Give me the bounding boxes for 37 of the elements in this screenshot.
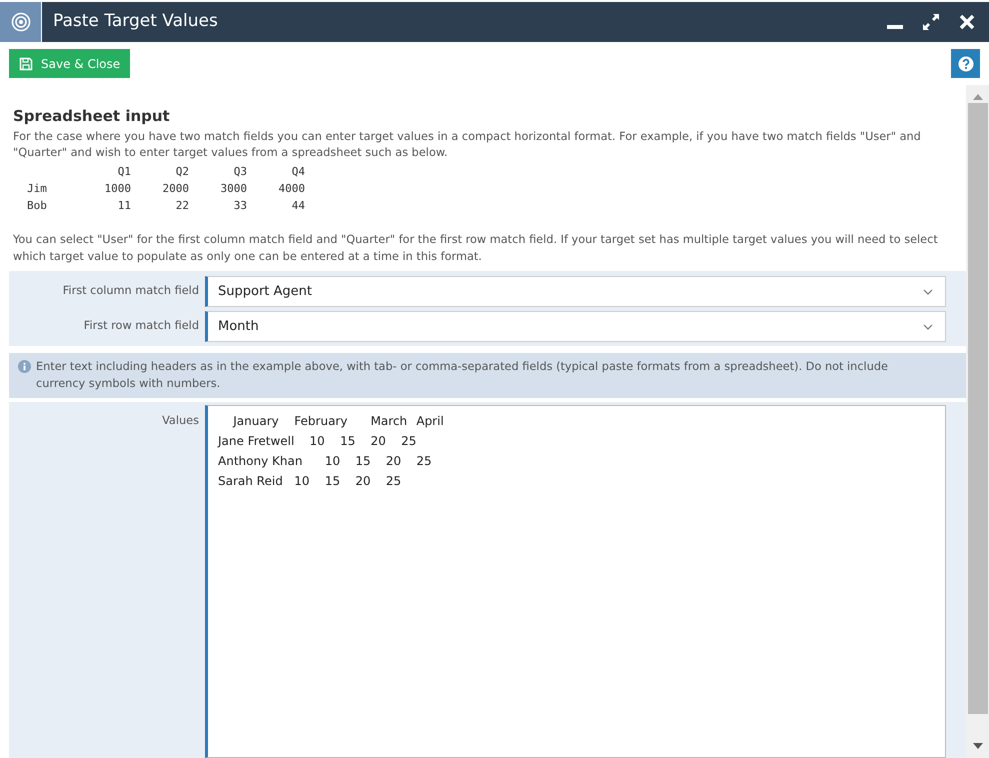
scrollbar-thumb[interactable]: [968, 103, 988, 714]
example-value: 22: [174, 198, 189, 214]
select-field[interactable]: Support Agent: [205, 276, 946, 307]
example-value: 44: [290, 198, 305, 214]
example-value: 2000: [162, 181, 189, 198]
select-field[interactable]: Month: [205, 311, 946, 342]
section-heading: Spreadsheet input: [13, 106, 171, 127]
info-icon: [18, 360, 31, 373]
field-label: First column match field: [62, 283, 200, 300]
column-header: Q2: [174, 164, 189, 180]
scroll-down-icon[interactable]: [972, 742, 982, 750]
column-header: Q3: [232, 164, 247, 180]
field-label: First row match field: [82, 318, 200, 334]
column-header: Q1: [116, 164, 131, 180]
example-value: 3000: [220, 181, 247, 198]
target-icon: [10, 12, 30, 32]
values-textarea[interactable]: January February March April Jane Fretwell 10 15 20 25 Anthony Khan 10 15 20 25 Sarah Reid 10 15 20 25: [205, 405, 946, 758]
example-value: 11: [116, 198, 131, 214]
note-paragraph: You can select "User" for the first column match field and "Quarter" for the first row match field. If your target set has multiple target values you will need to select which target value to populate as only one can be entered at a time in this format.: [13, 232, 939, 265]
close-icon: [959, 14, 975, 30]
example-value: 1000: [104, 181, 131, 198]
row-header: Jim: [26, 181, 48, 198]
info-text: Enter text including headers as in the example above, with tab- or comma-separated fields (typical paste formats from a spreadsheet). Do not include currency symbols with numbers.: [36, 359, 889, 392]
chevron-down-icon: [923, 288, 933, 294]
example-value: 33: [232, 198, 247, 214]
row-header: Bob: [26, 198, 48, 214]
intro-paragraph: For the case where you have two match fields you can enter target values in a compact horizontal format. For example, if you have two match fields "User" and "Quarter" and wish to enter target values from a spreadsheet such as below.: [13, 128, 922, 161]
scrollbar[interactable]: [966, 85, 989, 758]
maximize-icon: [921, 12, 941, 32]
help-icon: [958, 56, 974, 72]
help-button[interactable]: [951, 49, 980, 78]
field-label: Values: [161, 413, 200, 429]
window-title: Paste Target Values: [53, 10, 218, 34]
column-header: Q4: [290, 164, 305, 180]
minimize-icon: [887, 25, 903, 29]
chevron-down-icon: [923, 324, 933, 330]
example-value: 4000: [278, 181, 305, 198]
